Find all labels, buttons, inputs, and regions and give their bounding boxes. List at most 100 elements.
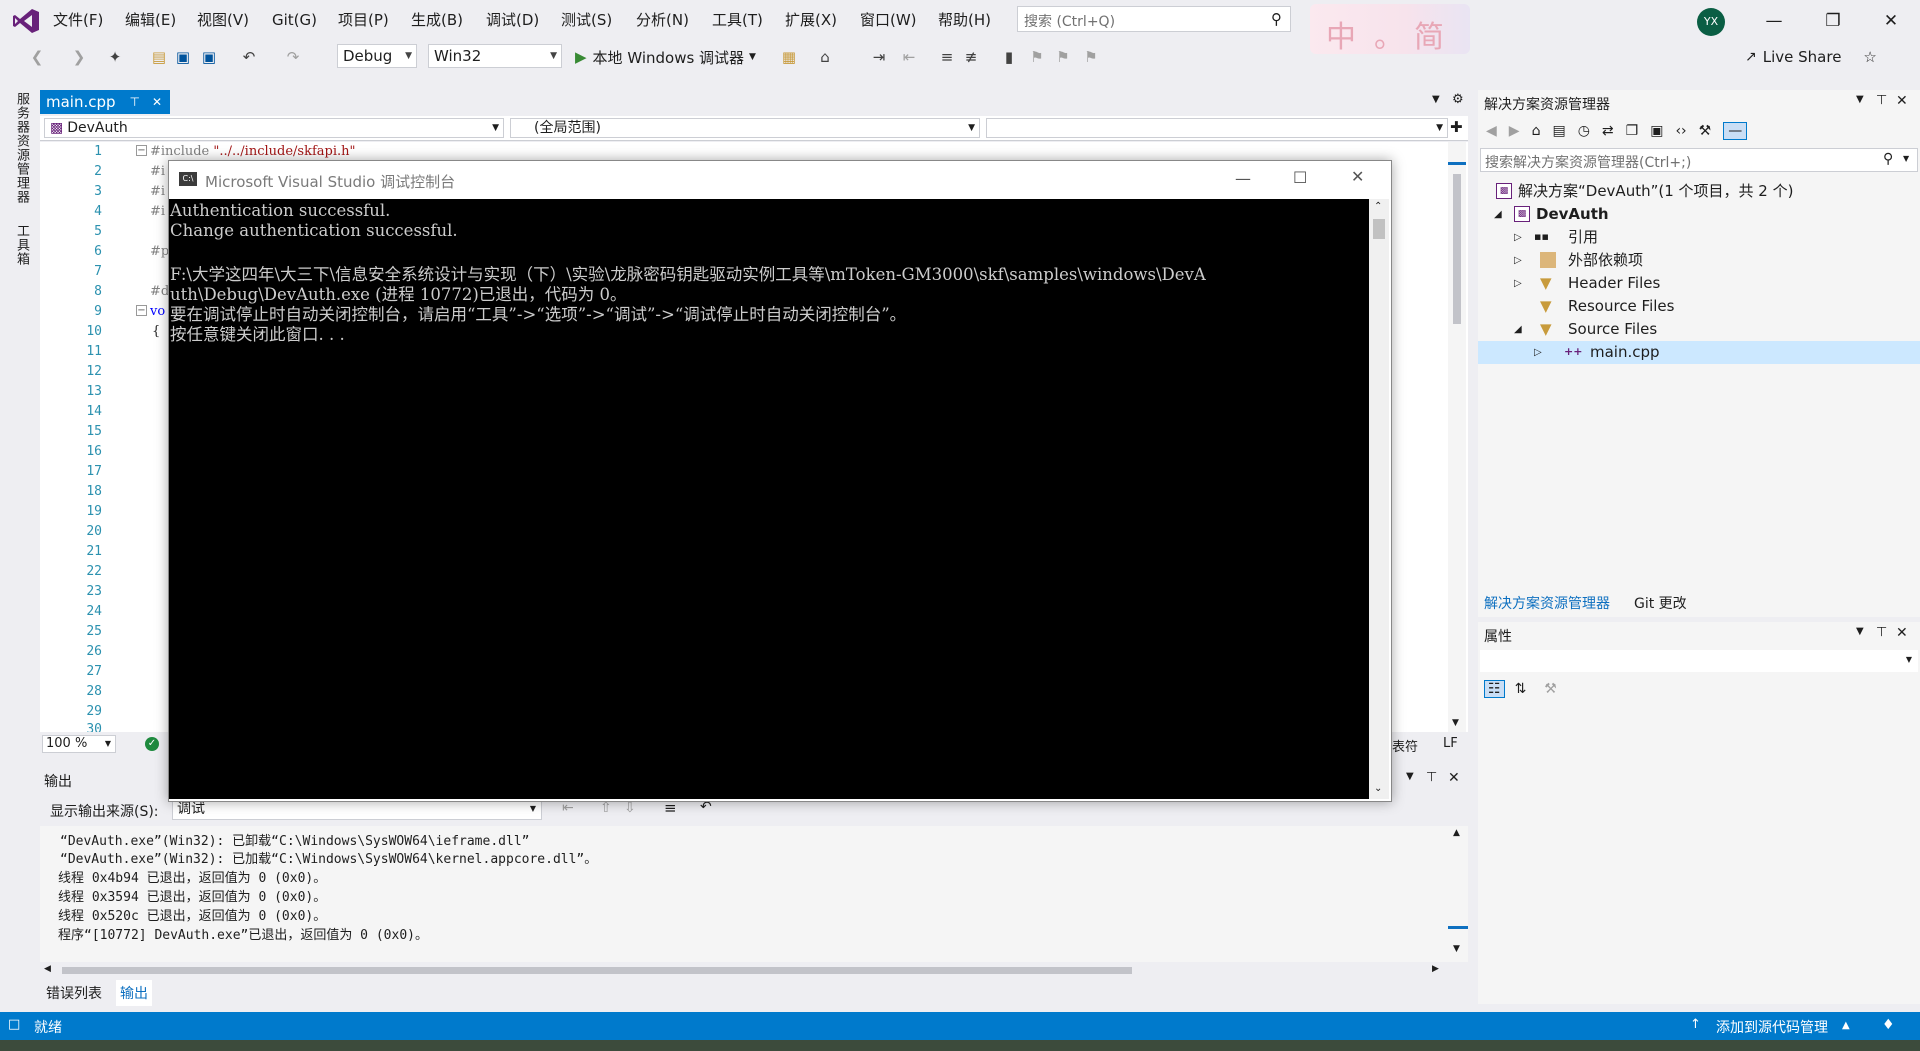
scroll-left-icon[interactable]: ◀ <box>44 964 51 974</box>
console-title-bar[interactable]: C:\ Microsoft Visual Studio 调试控制台 — ☐ ✕ <box>169 161 1391 199</box>
tree-item-header-files[interactable]: ▷ ▼ Header Files <box>1478 272 1920 295</box>
expanded-icon[interactable]: ◢ <box>1514 318 1522 341</box>
back-icon[interactable]: ◀ <box>1486 123 1497 139</box>
show-all-files-icon[interactable]: ▣ <box>1650 123 1663 139</box>
scope-dropdown[interactable]: (全局范围) ▼ <box>510 118 980 138</box>
no-issues-icon[interactable]: ✓ <box>145 737 159 751</box>
open-folder-icon[interactable]: ▤ <box>150 48 168 66</box>
pin-icon[interactable]: ⊤ <box>130 90 140 114</box>
browse-icon[interactable]: ▦ <box>780 48 798 66</box>
gear-icon[interactable]: ⚙ <box>1452 92 1464 107</box>
live-share-button[interactable]: ↗ Live Share ☆ <box>1745 48 1877 66</box>
collapsed-icon[interactable]: ▷ <box>1514 226 1522 249</box>
menu-analyze[interactable]: 分析(N) <box>636 11 689 29</box>
menu-file[interactable]: 文件(F) <box>53 11 103 29</box>
expanded-icon[interactable]: ◢ <box>1494 203 1502 226</box>
properties-object-dropdown[interactable]: ▼ <box>1480 650 1918 672</box>
comment-icon[interactable]: ≡ <box>938 48 956 66</box>
sync-icon[interactable]: ⇄ <box>1602 123 1614 139</box>
close-panel-icon[interactable]: ✕ <box>1896 93 1908 109</box>
editor-vertical-scrollbar[interactable]: ▼ <box>1448 142 1466 732</box>
new-project-icon[interactable]: ✦ <box>106 48 124 66</box>
toolbox-tab[interactable]: 工具箱 <box>12 224 31 266</box>
tree-item-external-deps[interactable]: ▷ 外部依赖项 <box>1478 249 1920 272</box>
menu-window[interactable]: 窗口(W) <box>860 11 917 29</box>
find-message-icon[interactable]: ⇤ <box>562 800 574 816</box>
bookmark-icon[interactable]: ▮ <box>1000 48 1018 66</box>
minimize-icon[interactable]: — <box>1759 8 1789 34</box>
tree-item-resource-files[interactable]: ▼ Resource Files <box>1478 295 1920 318</box>
collapse-all-icon[interactable]: ❐ <box>1626 123 1639 139</box>
preview-icon[interactable]: — <box>1723 122 1748 140</box>
project-dropdown[interactable]: ▩ DevAuth ▼ <box>44 118 504 138</box>
pin-icon[interactable]: ⊤ <box>1876 93 1887 108</box>
restore-icon[interactable]: ❐ <box>1818 8 1848 34</box>
panel-menu-icon[interactable]: ▼ <box>1406 771 1414 782</box>
menu-test[interactable]: 测试(S) <box>561 11 612 29</box>
menu-debug[interactable]: 调试(D) <box>486 11 539 29</box>
next-message-icon[interactable]: ⇩ <box>624 800 636 816</box>
avatar[interactable]: YX <box>1697 8 1725 36</box>
switch-views-icon[interactable]: ▤ <box>1552 123 1565 139</box>
categorized-icon[interactable]: ☷ <box>1484 680 1505 698</box>
menu-edit[interactable]: 编辑(E) <box>125 11 176 29</box>
platform-dropdown[interactable]: Win32 ▼ <box>428 44 562 68</box>
visual-studio-logo-icon[interactable] <box>12 8 40 34</box>
close-panel-icon[interactable]: ✕ <box>1896 625 1908 641</box>
add-to-source-control[interactable]: 添加到源代码管理 <box>1716 1017 1828 1037</box>
menu-project[interactable]: 项目(P) <box>338 11 389 29</box>
member-dropdown[interactable]: ▼ <box>986 118 1448 138</box>
pin-icon[interactable]: ⊤ <box>1876 625 1887 640</box>
pending-changes-icon[interactable]: ◷ <box>1578 123 1590 139</box>
tab-main-cpp[interactable]: main.cpp ⊤ ✕ <box>40 90 170 114</box>
scroll-thumb[interactable] <box>62 967 1132 974</box>
split-icon[interactable]: ✚ <box>1450 118 1463 136</box>
output-text-area[interactable]: “DevAuth.exe”(Win32): 已卸载“C:\Windows\Sys… <box>40 826 1448 962</box>
prev-bookmark-icon[interactable]: ⚑ <box>1028 48 1046 66</box>
tree-item-main-cpp[interactable]: ▷ ++ main.cpp <box>1478 341 1920 364</box>
start-debugging-button[interactable]: ▶ 本地 Windows 调试器 ▼ <box>575 47 756 67</box>
scroll-up-icon[interactable]: ▲ <box>1453 828 1460 838</box>
tab-git-changes[interactable]: Git 更改 <box>1634 593 1687 613</box>
save-all-icon[interactable]: ▣ <box>200 48 218 66</box>
debug-console-window[interactable]: C:\ Microsoft Visual Studio 调试控制台 — ☐ ✕ … <box>168 160 1392 802</box>
console-output[interactable]: Authentication successful. Change authen… <box>169 199 1369 799</box>
alphabetical-icon[interactable]: ⇅ <box>1515 681 1527 697</box>
tab-list-icon[interactable]: ▼ <box>1432 94 1440 105</box>
tree-item-source-files[interactable]: ◢ ▼ Source Files <box>1478 318 1920 341</box>
output-horizontal-scrollbar[interactable]: ◀ ▶ <box>40 962 1448 978</box>
menu-build[interactable]: 生成(B) <box>411 11 463 29</box>
close-tab-icon[interactable]: ✕ <box>152 90 162 114</box>
menu-extensions[interactable]: 扩展(X) <box>785 11 837 29</box>
scroll-right-icon[interactable]: ▶ <box>1432 964 1439 974</box>
scroll-thumb[interactable] <box>1373 219 1385 239</box>
home-icon[interactable]: ⌂ <box>816 48 834 66</box>
home-icon[interactable]: ⌂ <box>1532 123 1541 139</box>
undo-icon[interactable]: ↶ <box>240 48 258 66</box>
property-pages-icon[interactable]: ⚒ <box>1544 681 1557 697</box>
tab-output[interactable]: 输出 <box>116 980 152 1006</box>
solution-search-input[interactable]: 搜索解决方案资源管理器(Ctrl+;) ⚲ ▼ <box>1480 148 1918 172</box>
pin-icon[interactable]: ⊤ <box>1426 770 1437 785</box>
collapsed-icon[interactable]: ▷ <box>1514 272 1522 295</box>
step-icon[interactable]: ⇥ <box>870 48 888 66</box>
feedback-icon[interactable]: ☆ <box>1863 48 1876 66</box>
menu-git[interactable]: Git(G) <box>272 11 317 29</box>
tree-item-references[interactable]: ▷ ▪▪ 引用 <box>1478 226 1920 249</box>
bell-icon[interactable]: ♦ <box>1882 1017 1895 1033</box>
console-scrollbar[interactable]: ⌃ ⌄ <box>1369 199 1389 799</box>
panel-menu-icon[interactable]: ▼ <box>1856 94 1864 105</box>
notification-icon[interactable]: □ <box>8 1017 20 1032</box>
close-icon[interactable]: ✕ <box>1876 8 1906 34</box>
next-bookmark-icon[interactable]: ⚑ <box>1054 48 1072 66</box>
tree-item-project[interactable]: ◢ ▩ DevAuth <box>1478 203 1920 226</box>
zoom-dropdown[interactable]: 100 % ▼ <box>42 735 116 753</box>
tab-error-list[interactable]: 错误列表 <box>46 983 102 1003</box>
scroll-down-icon[interactable]: ▼ <box>1453 944 1460 954</box>
indent-mode-label[interactable]: 表符 <box>1392 736 1418 755</box>
menu-tools[interactable]: 工具(T) <box>712 11 763 29</box>
code-view-icon[interactable]: ‹› <box>1675 123 1686 139</box>
menu-view[interactable]: 视图(V) <box>197 11 249 29</box>
menu-help[interactable]: 帮助(H) <box>938 11 991 29</box>
close-icon[interactable]: ✕ <box>1351 167 1364 186</box>
